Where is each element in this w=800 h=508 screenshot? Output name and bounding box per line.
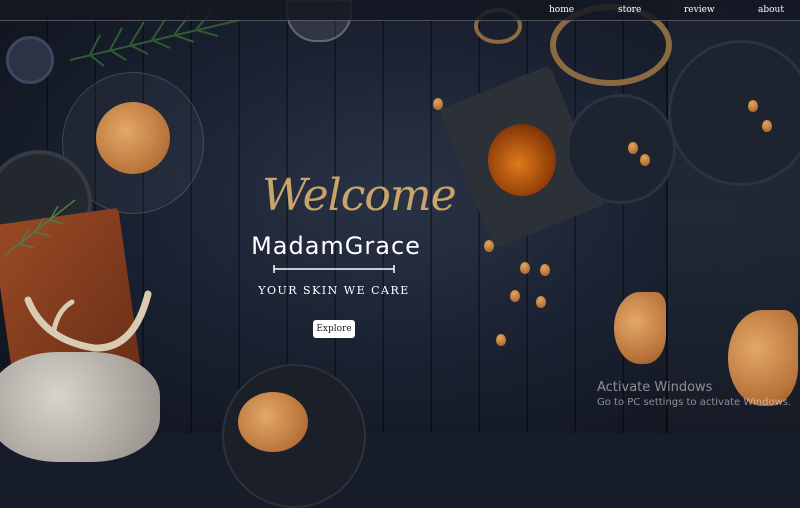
acorn-image	[484, 240, 494, 252]
teapot-image	[488, 124, 556, 196]
nav-review-link[interactable]: review	[684, 5, 715, 15]
title-divider	[273, 265, 395, 273]
explore-button[interactable]: Explore	[313, 320, 355, 338]
acorn-image	[510, 290, 520, 302]
top-nav-bar: home store review about	[0, 0, 800, 21]
small-bowl-image	[6, 36, 54, 84]
acorn-image	[640, 154, 650, 166]
acorn-image	[520, 262, 530, 274]
activate-windows-watermark: Activate Windows Go to PC settings to ac…	[597, 380, 791, 408]
acorn-image	[628, 142, 638, 154]
acorn-image	[496, 334, 506, 346]
broken-cookie-image	[614, 292, 666, 364]
acorn-image	[536, 296, 546, 308]
antler-image	[24, 290, 152, 352]
brand-title: MadamGrace	[251, 232, 421, 260]
watermark-subtitle: Go to PC settings to activate Windows.	[597, 397, 792, 408]
cookie-image	[96, 102, 170, 174]
watermark-title: Activate Windows	[597, 380, 713, 395]
nav-store-link[interactable]: store	[618, 5, 641, 15]
rosemary-sprig-image	[4, 199, 76, 256]
acorn-image	[433, 98, 443, 110]
welcome-heading: Welcome	[262, 170, 457, 221]
acorn-image	[762, 120, 772, 132]
nav-about-link[interactable]: about	[758, 5, 784, 15]
fur-image	[0, 352, 160, 462]
acorn-image	[748, 100, 758, 112]
tagline: YOUR SKIN WE CARE	[258, 284, 410, 297]
nav-home-link[interactable]: home	[549, 5, 574, 15]
acorn-image	[540, 264, 550, 276]
right-bowl-image	[566, 94, 676, 204]
bottom-cookie-image	[238, 392, 308, 452]
